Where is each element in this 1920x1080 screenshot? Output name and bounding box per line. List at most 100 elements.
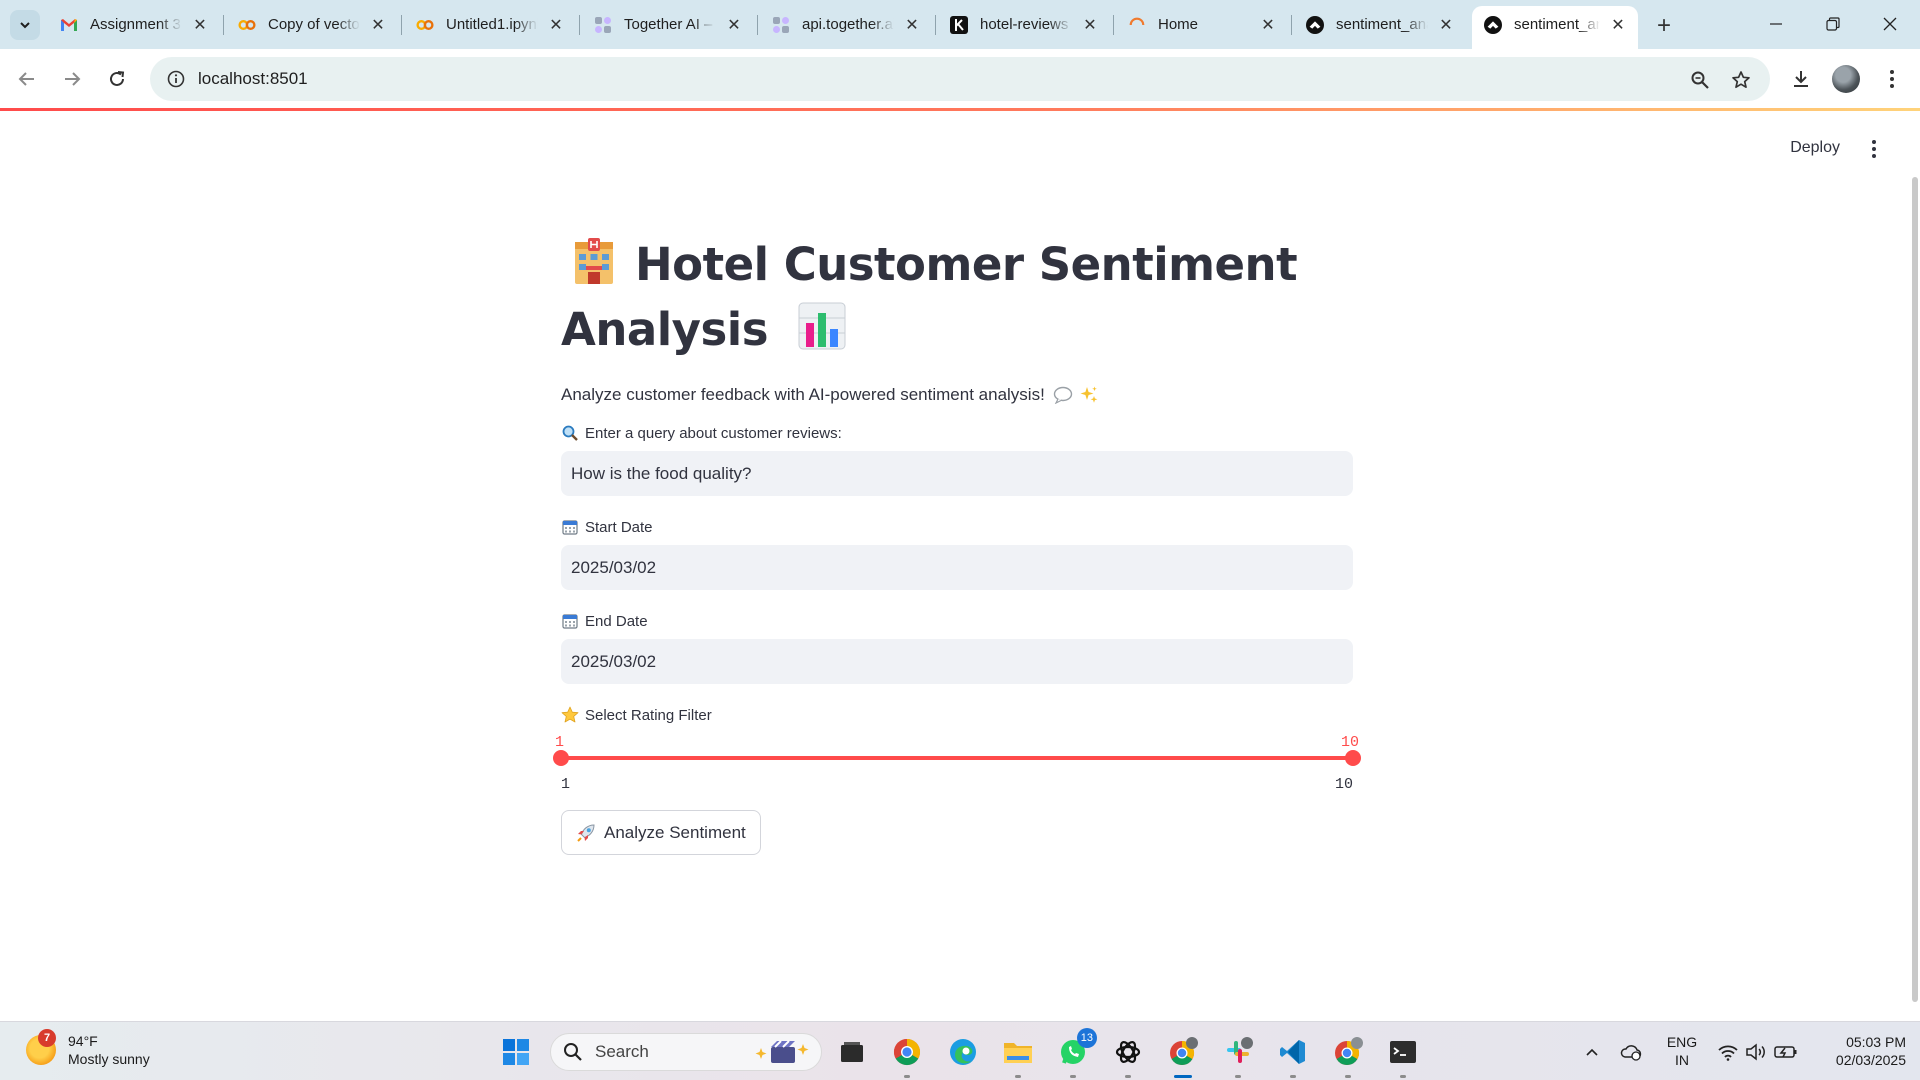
tab-title: Together AI – xyxy=(624,16,713,33)
analyze-button-label: Analyze Sentiment xyxy=(604,822,746,842)
tray-overflow-icon[interactable] xyxy=(1574,1034,1610,1070)
address-bar[interactable]: localhost:8501 xyxy=(150,57,1770,101)
vscode-icon[interactable] xyxy=(1275,1034,1311,1078)
colab-icon xyxy=(416,16,434,34)
whatsapp-icon[interactable]: 13 xyxy=(1055,1028,1097,1078)
chrome-secondary-icon[interactable] xyxy=(1330,1034,1366,1078)
close-icon[interactable]: ✕ xyxy=(1436,15,1456,35)
tab-home[interactable]: Home ✕ xyxy=(1116,6,1288,43)
tab-divider xyxy=(1291,15,1292,35)
tab-together-ai[interactable]: Together AI – ✕ xyxy=(582,6,754,43)
whatsapp-badge: 13 xyxy=(1076,1028,1097,1048)
close-icon[interactable]: ✕ xyxy=(546,15,566,35)
close-icon[interactable]: ✕ xyxy=(1258,15,1278,35)
dot xyxy=(1872,154,1876,158)
close-icon[interactable]: ✕ xyxy=(1080,15,1100,35)
analyze-sentiment-button[interactable]: Analyze Sentiment xyxy=(561,810,761,855)
slack-icon[interactable] xyxy=(1220,1034,1256,1078)
chrome-icon[interactable] xyxy=(889,1034,925,1078)
hotel-icon xyxy=(569,236,619,300)
arrow-right-icon xyxy=(65,72,81,86)
tab-gmail[interactable]: Assignment 3 ✕ xyxy=(48,6,220,43)
tab-sentiment-active[interactable]: sentiment_analysis ✕ xyxy=(1472,6,1638,49)
battery-icon[interactable] xyxy=(1768,1034,1804,1070)
end-date-label-text: End Date xyxy=(585,612,648,630)
start-date-label: Start Date xyxy=(561,518,1353,536)
subtitle-text: Analyze customer feedback with AI-powere… xyxy=(561,385,1045,404)
downloads-button[interactable] xyxy=(1783,61,1819,97)
magnifier-icon xyxy=(561,424,579,442)
chrome-profile-icon[interactable] xyxy=(1165,1034,1201,1078)
start-date-input[interactable]: 2025/03/02 xyxy=(561,545,1353,590)
minimize-button[interactable] xyxy=(1756,8,1796,40)
close-icon[interactable]: ✕ xyxy=(1608,15,1628,35)
zoom-icon[interactable] xyxy=(1685,65,1715,95)
deploy-button[interactable]: Deploy xyxy=(1790,139,1840,157)
running-indicator xyxy=(1290,1075,1296,1078)
slider-thumb-low[interactable] xyxy=(553,750,569,766)
end-date-label: End Date xyxy=(561,612,1353,630)
windows-taskbar: 7 94°F Mostly sunny Search 13 ENG IN 05:… xyxy=(0,1021,1920,1080)
forward-button[interactable] xyxy=(56,63,88,95)
title-line-2: Analysis xyxy=(561,303,768,356)
app-menu-button[interactable] xyxy=(1864,137,1884,161)
taskbar-search[interactable]: Search xyxy=(550,1033,822,1071)
gmail-icon xyxy=(60,16,78,34)
tab-title: api.together.ai xyxy=(802,16,894,33)
lang-line-1: ENG xyxy=(1666,1034,1698,1050)
dot xyxy=(1872,147,1876,151)
start-button[interactable] xyxy=(498,1034,534,1070)
clock[interactable]: 05:03 PM 02/03/2025 xyxy=(1810,1033,1906,1069)
slider-thumb-high[interactable] xyxy=(1345,750,1361,766)
scrollbar[interactable] xyxy=(1912,177,1918,1002)
back-button[interactable] xyxy=(11,63,43,95)
onedrive-icon[interactable] xyxy=(1614,1034,1650,1070)
edge-icon[interactable] xyxy=(945,1034,981,1070)
running-indicator xyxy=(904,1075,910,1078)
terminal-icon[interactable] xyxy=(1385,1034,1421,1078)
clock-date: 02/03/2025 xyxy=(1835,1052,1906,1068)
task-view-icon[interactable] xyxy=(834,1034,870,1070)
close-window-button[interactable] xyxy=(1870,8,1910,40)
tab-colab-vector[interactable]: Copy of vector ✕ xyxy=(226,6,398,43)
slider-track[interactable] xyxy=(561,756,1353,760)
reload-button[interactable] xyxy=(101,63,133,95)
end-date-input[interactable]: 2025/03/02 xyxy=(561,639,1353,684)
page-title: Hotel Customer Sentiment Analysis xyxy=(561,235,1353,365)
tab-colab-untitled[interactable]: Untitled1.ipynb ✕ xyxy=(404,6,576,43)
tab-title: Home xyxy=(1158,16,1199,33)
subtitle: Analyze customer feedback with AI-powere… xyxy=(561,385,1353,405)
running-indicator xyxy=(1400,1075,1406,1078)
bookmark-star-icon[interactable] xyxy=(1726,65,1756,95)
new-tab-button[interactable]: + xyxy=(1650,12,1678,40)
file-explorer-icon[interactable] xyxy=(1000,1034,1036,1078)
browser-menu-button[interactable] xyxy=(1874,61,1910,97)
search-icon xyxy=(564,1043,582,1061)
running-indicator xyxy=(1070,1075,1076,1078)
clock-time: 05:03 PM xyxy=(1846,1034,1906,1050)
rocket-icon xyxy=(576,823,596,843)
weather-widget[interactable]: 7 94°F Mostly sunny xyxy=(26,1029,150,1068)
restore-button[interactable] xyxy=(1813,8,1853,40)
tab-together-api[interactable]: api.together.ai ✕ xyxy=(760,6,932,43)
profile-button[interactable] xyxy=(1828,61,1864,97)
calendar-icon xyxy=(561,612,579,630)
site-info-icon[interactable] xyxy=(156,57,196,101)
tab-title: Untitled1.ipynb xyxy=(446,16,538,33)
rating-slider[interactable]: 1 10 1 10 xyxy=(553,730,1361,800)
close-icon[interactable]: ✕ xyxy=(368,15,388,35)
tab-hotel-reviews[interactable]: hotel-reviews ✕ xyxy=(938,6,1110,43)
url-text[interactable]: localhost:8501 xyxy=(198,69,308,89)
chatgpt-icon[interactable] xyxy=(1110,1034,1146,1078)
close-icon[interactable]: ✕ xyxy=(902,15,922,35)
tab-sentiment[interactable]: sentiment_analysis ✕ xyxy=(1294,6,1466,43)
chevron-down-icon xyxy=(20,22,30,29)
bar-chart-icon xyxy=(797,301,847,365)
close-icon[interactable]: ✕ xyxy=(724,15,744,35)
query-input[interactable]: How is the food quality? xyxy=(561,451,1353,496)
language-indicator[interactable]: ENG IN xyxy=(1662,1033,1702,1069)
dot xyxy=(1872,140,1876,144)
tab-search-button[interactable] xyxy=(10,10,40,40)
close-icon[interactable]: ✕ xyxy=(190,15,210,35)
tab-divider xyxy=(401,15,402,35)
